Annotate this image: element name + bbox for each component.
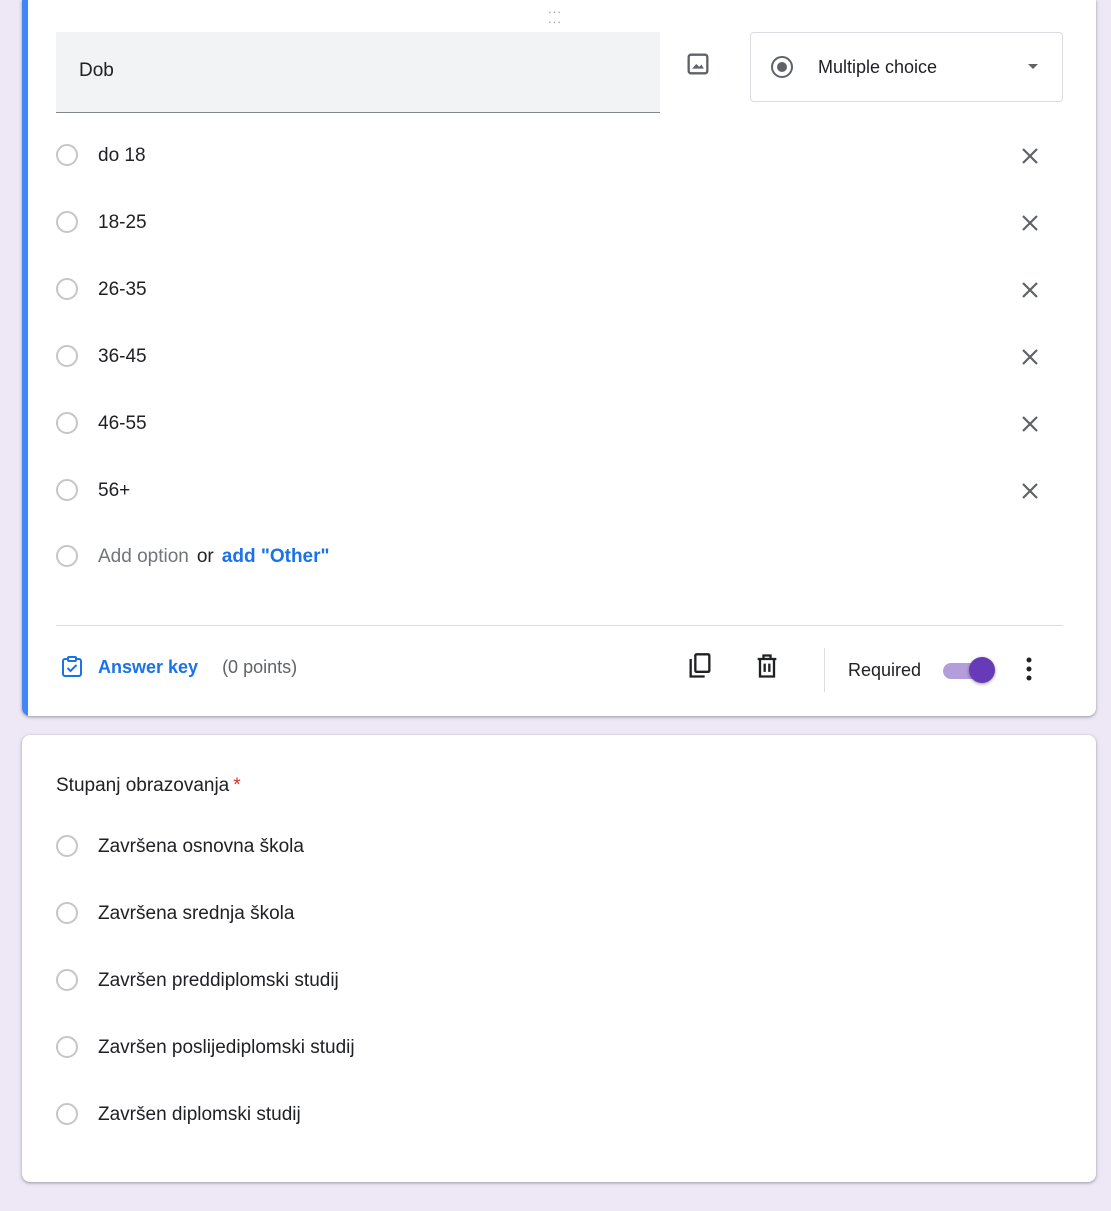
option-row[interactable]: 26-35 (56, 270, 1056, 310)
radio-circle (56, 144, 78, 166)
add-option-line: Add option or add "Other" (98, 546, 330, 568)
option-label: Završena osnovna škola (98, 836, 304, 857)
radio-circle[interactable] (56, 1103, 78, 1125)
question-title-text: Stupanj obrazovanja (56, 775, 230, 796)
radio-circle (56, 479, 78, 501)
radio-circle[interactable] (56, 969, 78, 991)
more-vert-icon[interactable] (1018, 654, 1040, 684)
option-row[interactable]: 18-25 (56, 203, 1056, 243)
option-row[interactable]: Završen diplomski studij (56, 1095, 956, 1135)
option-row[interactable]: Završena osnovna škola (56, 827, 956, 867)
answer-key-button[interactable]: Answer key (0 points) (60, 653, 297, 681)
option-row[interactable]: Završena srednja škola (56, 894, 956, 934)
delete-icon[interactable] (753, 652, 781, 680)
close-icon[interactable] (1018, 412, 1042, 436)
question-type-label: Multiple choice (818, 57, 938, 77)
dropdown-caret-icon (1028, 64, 1038, 69)
option-label: Završen preddiplomski studij (98, 970, 339, 991)
radio-circle (56, 545, 78, 567)
question-title: Stupanj obrazovanja * (56, 775, 241, 797)
close-icon[interactable] (1018, 278, 1042, 302)
option-label[interactable]: 18-25 (98, 212, 147, 234)
question-card-stupanj-obrazovanja[interactable]: Stupanj obrazovanja * Završena osnovna šk… (22, 735, 1096, 1182)
option-row[interactable]: Završen preddiplomski studij (56, 961, 956, 1001)
option-label[interactable]: do 18 (98, 145, 146, 167)
option-row[interactable]: 56+ (56, 471, 1056, 511)
radio-circle (56, 412, 78, 434)
required-toggle[interactable] (943, 656, 997, 684)
answer-key-icon (62, 656, 82, 677)
points-label: (0 points) (222, 656, 298, 677)
option-row[interactable]: Završen poslijediplomski studij (56, 1028, 956, 1068)
toggle-knob (969, 657, 995, 683)
question-card-dob[interactable]: ∙∙∙ ∙∙∙ Dob Multiple choice do 18 18-25 2… (22, 0, 1096, 716)
option-label[interactable]: 56+ (98, 480, 130, 502)
footer-separator (824, 648, 825, 692)
option-row[interactable]: do 18 (56, 136, 1056, 176)
question-title-text[interactable]: Dob (79, 60, 114, 82)
option-label: Završena srednja škola (98, 903, 295, 924)
radio-circle (56, 278, 78, 300)
active-question-indicator (22, 0, 28, 716)
radio-circle[interactable] (56, 1036, 78, 1058)
question-type-dropdown[interactable]: Multiple choice (750, 32, 1063, 102)
footer-divider (56, 625, 1063, 626)
option-label: Završen poslijediplomski studij (98, 1037, 355, 1058)
drag-handle-icon[interactable]: ∙∙∙ ∙∙∙ (548, 5, 562, 28)
option-row[interactable]: 36-45 (56, 337, 1056, 377)
add-option-row: Add option or add "Other" (56, 537, 1056, 577)
add-other-link[interactable]: add "Other" (222, 546, 330, 567)
option-row[interactable]: 46-55 (56, 404, 1056, 444)
radio-circle (56, 211, 78, 233)
add-option-input[interactable]: Add option (98, 546, 189, 567)
radio-circle[interactable] (56, 902, 78, 924)
close-icon[interactable] (1018, 144, 1042, 168)
required-star: * (233, 775, 241, 796)
duplicate-icon[interactable] (686, 652, 714, 680)
close-icon[interactable] (1018, 345, 1042, 369)
radio-circle[interactable] (56, 835, 78, 857)
option-label: Završen diplomski studij (98, 1104, 301, 1125)
question-title-field[interactable]: Dob (56, 32, 660, 113)
option-label[interactable]: 36-45 (98, 346, 147, 368)
answer-key-label: Answer key (98, 656, 199, 677)
radio-button-icon (771, 56, 793, 78)
required-label: Required (848, 660, 922, 680)
close-icon[interactable] (1018, 479, 1042, 503)
close-icon[interactable] (1018, 211, 1042, 235)
or-text: or (196, 546, 214, 567)
image-icon[interactable] (684, 50, 712, 78)
radio-circle (56, 345, 78, 367)
option-label[interactable]: 26-35 (98, 279, 147, 301)
option-label[interactable]: 46-55 (98, 413, 147, 435)
